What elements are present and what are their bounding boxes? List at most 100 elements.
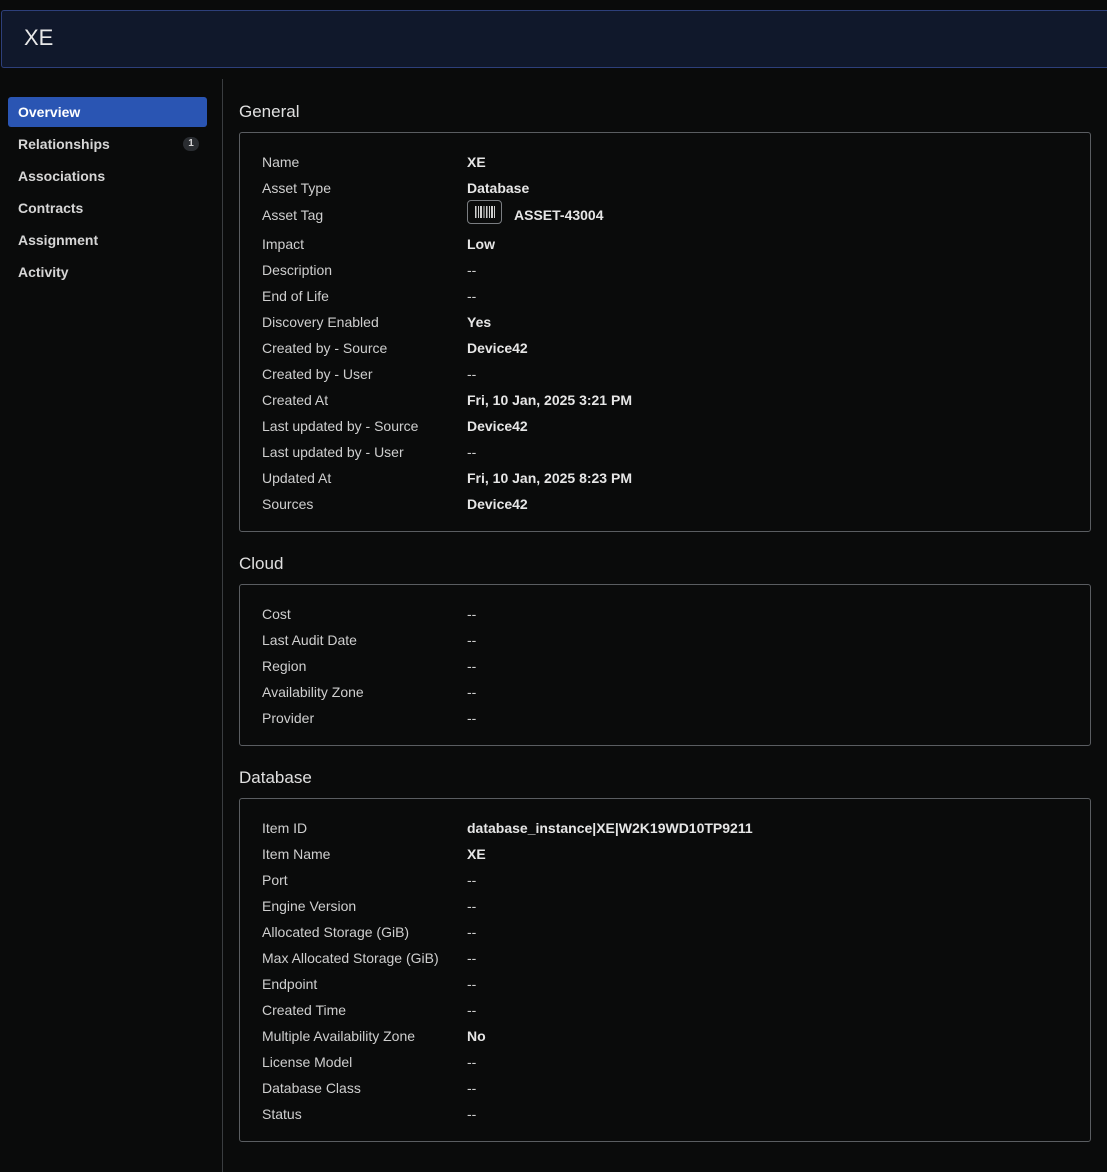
- field-value: Device42: [467, 340, 528, 356]
- section-title-database: Database: [239, 768, 312, 787]
- sidebar-item-label: Contracts: [18, 200, 84, 216]
- field-label: Allocated Storage (GiB): [262, 924, 410, 940]
- detail-row: Allocated Storage (GiB) --: [262, 922, 1062, 948]
- detail-row: Max Allocated Storage (GiB) --: [262, 948, 1062, 974]
- field-label: Sources: [262, 496, 314, 512]
- detail-row: Impact Low: [262, 234, 1062, 260]
- barcode-icon[interactable]: [467, 200, 502, 224]
- field-value: Yes: [467, 314, 492, 330]
- field-value: Database: [467, 180, 530, 196]
- field-value: --: [467, 658, 477, 674]
- detail-row: Name XE: [262, 152, 1062, 178]
- page-title: XE: [24, 25, 54, 50]
- sidebar-item-activity[interactable]: Activity: [8, 257, 207, 287]
- field-value: --: [467, 288, 477, 304]
- field-label: Region: [262, 658, 307, 674]
- section-title-cloud: Cloud: [239, 554, 284, 573]
- count-badge: 1: [183, 137, 199, 151]
- detail-row: Endpoint --: [262, 974, 1062, 1000]
- detail-row: Region --: [262, 656, 1062, 682]
- field-label: Max Allocated Storage (GiB): [262, 950, 439, 966]
- detail-row: Database Class --: [262, 1078, 1062, 1104]
- detail-row: Asset Type Database: [262, 178, 1062, 204]
- field-label: Port: [262, 872, 288, 888]
- field-label: End of Life: [262, 288, 329, 304]
- field-value: --: [467, 1002, 477, 1018]
- field-value: --: [467, 1054, 477, 1070]
- field-value: database_instance|XE|W2K19WD10TP9211: [467, 820, 753, 836]
- field-label: Last Audit Date: [262, 632, 357, 648]
- field-label: Engine Version: [262, 898, 357, 914]
- page-header: XE: [1, 10, 1107, 68]
- detail-row: Created Time --: [262, 1000, 1062, 1026]
- field-label: Multiple Availability Zone: [262, 1028, 416, 1044]
- top-strip: [0, 0, 1107, 10]
- sidebar-item-assignment[interactable]: Assignment: [8, 225, 207, 255]
- field-value: --: [467, 976, 477, 992]
- field-label: Asset Tag: [262, 207, 324, 223]
- detail-row: Sources Device42: [262, 494, 1062, 520]
- field-value: --: [467, 1106, 477, 1122]
- field-label: Created Time: [262, 1002, 347, 1018]
- field-label: Created At: [262, 392, 329, 408]
- detail-row: Last updated by - Source Device42: [262, 416, 1062, 442]
- detail-row: Created At Fri, 10 Jan, 2025 3:21 PM: [262, 390, 1062, 416]
- sidebar-item-label: Activity: [18, 264, 69, 280]
- field-value: XE: [467, 154, 486, 170]
- sidebar-item-contracts[interactable]: Contracts: [8, 193, 207, 223]
- field-label: Updated At: [262, 470, 332, 486]
- general-panel: Name XE Asset Type Database Asset Tag AS…: [239, 132, 1091, 532]
- field-value: --: [467, 898, 477, 914]
- detail-row: Availability Zone --: [262, 682, 1062, 708]
- field-value: --: [467, 262, 477, 278]
- field-label: Item ID: [262, 820, 308, 836]
- detail-row: Engine Version --: [262, 896, 1062, 922]
- detail-row: Created by - Source Device42: [262, 338, 1062, 364]
- field-value: --: [467, 366, 477, 382]
- sidebar-item-label: Assignment: [18, 232, 99, 248]
- field-value: --: [467, 444, 477, 460]
- detail-row: Status --: [262, 1104, 1062, 1130]
- field-label: Name: [262, 154, 300, 170]
- field-value: --: [467, 684, 477, 700]
- detail-row: Asset Tag ASSET-43004: [262, 200, 1062, 231]
- field-value: --: [467, 606, 477, 622]
- detail-row: Last Audit Date --: [262, 630, 1062, 656]
- sidebar-item-relationships[interactable]: Relationships 1: [8, 129, 207, 159]
- field-label: Created by - Source: [262, 340, 388, 356]
- asset-tag-value: ASSET-43004: [514, 207, 604, 223]
- field-label: Asset Type: [262, 180, 332, 196]
- field-label: Created by - User: [262, 366, 373, 382]
- database-panel: Item ID database_instance|XE|W2K19WD10TP…: [239, 798, 1091, 1142]
- field-label: Impact: [262, 236, 305, 252]
- field-value: --: [467, 710, 477, 726]
- detail-row: Discovery Enabled Yes: [262, 312, 1062, 338]
- detail-row: End of Life --: [262, 286, 1062, 312]
- field-value: --: [467, 950, 477, 966]
- field-label: Last updated by - Source: [262, 418, 419, 434]
- sidebar-item-overview[interactable]: Overview: [8, 97, 207, 127]
- field-value: --: [467, 1080, 477, 1096]
- field-label: Endpoint: [262, 976, 318, 992]
- sidebar-item-associations[interactable]: Associations: [8, 161, 207, 191]
- section-title-general: General: [239, 102, 300, 121]
- detail-row: Item Name XE: [262, 844, 1062, 870]
- field-label: Provider: [262, 710, 315, 726]
- field-label: Discovery Enabled: [262, 314, 379, 330]
- sidebar-item-label: Associations: [18, 168, 106, 184]
- sidebar-item-label: Overview: [18, 104, 81, 120]
- detail-row: License Model --: [262, 1052, 1062, 1078]
- sidebar-nav: Overview Relationships 1 Associations Co…: [0, 69, 222, 1172]
- detail-row: Port --: [262, 870, 1062, 896]
- detail-row: Last updated by - User --: [262, 442, 1062, 468]
- field-value: --: [467, 872, 477, 888]
- detail-row: Cost --: [262, 604, 1062, 630]
- field-value: --: [467, 632, 477, 648]
- field-label: Status: [262, 1106, 302, 1122]
- detail-row: Updated At Fri, 10 Jan, 2025 8:23 PM: [262, 468, 1062, 494]
- field-value: Fri, 10 Jan, 2025 3:21 PM: [467, 392, 632, 408]
- detail-row: Description --: [262, 260, 1062, 286]
- cloud-panel: Cost -- Last Audit Date -- Region -- Ava…: [239, 584, 1091, 746]
- detail-row: Item ID database_instance|XE|W2K19WD10TP…: [262, 818, 1062, 844]
- field-value: Fri, 10 Jan, 2025 8:23 PM: [467, 470, 632, 486]
